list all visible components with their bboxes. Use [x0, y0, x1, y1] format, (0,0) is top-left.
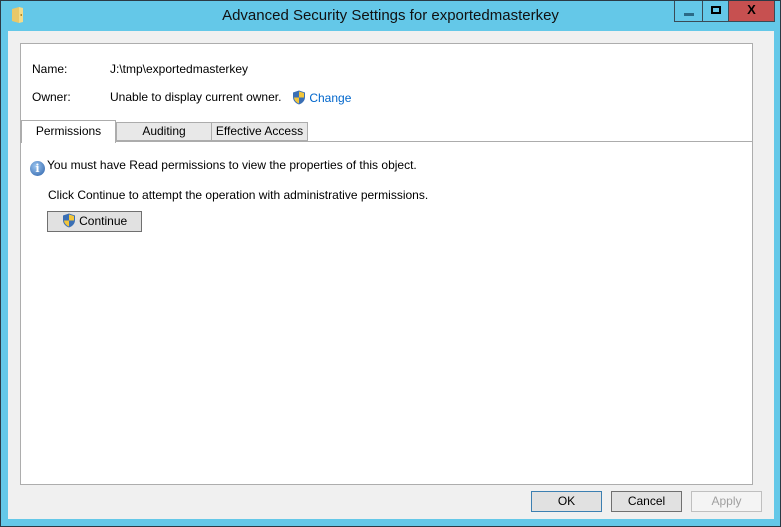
change-owner-link[interactable]: Change	[292, 90, 351, 105]
info-message: i You must have Read permissions to view …	[30, 158, 417, 176]
title-bar[interactable]: Advanced Security Settings for exportedm…	[1, 1, 780, 31]
uac-shield-icon	[62, 213, 75, 228]
cancel-button[interactable]: Cancel	[611, 491, 682, 512]
tab-permissions[interactable]: Permissions	[21, 120, 116, 143]
name-value: J:\tmp\exportedmasterkey	[110, 62, 249, 76]
change-link-label: Change	[309, 91, 352, 105]
window-title: Advanced Security Settings for exportedm…	[222, 7, 559, 24]
continue-label: Continue	[79, 214, 128, 228]
maximize-icon	[711, 6, 721, 14]
minimize-icon	[684, 13, 694, 16]
maximize-button[interactable]	[702, 1, 729, 22]
content-panel: Name: J:\tmp\exportedmasterkey Owner: Un…	[20, 43, 753, 485]
info-icon: i	[30, 161, 45, 176]
dialog-window: Advanced Security Settings for exportedm…	[0, 0, 781, 527]
continue-hint: Click Continue to attempt the operation …	[48, 188, 429, 202]
uac-shield-icon	[293, 90, 305, 105]
info-message-text: You must have Read permissions to view t…	[47, 158, 417, 172]
tab-auditing[interactable]: Auditing	[116, 122, 212, 141]
close-icon: X	[747, 2, 756, 17]
continue-button[interactable]: Continue	[47, 211, 142, 232]
tab-effective-access[interactable]: Effective Access	[211, 122, 308, 141]
dialog-client-area: Name: J:\tmp\exportedmasterkey Owner: Un…	[8, 31, 774, 519]
apply-button[interactable]: Apply	[691, 491, 762, 512]
owner-value: Unable to display current owner.	[110, 90, 282, 104]
tab-strip: Permissions Auditing Effective Access	[21, 120, 752, 143]
minimize-button[interactable]	[674, 1, 703, 22]
ok-button[interactable]: OK	[531, 491, 602, 512]
close-button[interactable]: X	[728, 1, 775, 22]
owner-label: Owner:	[32, 90, 71, 104]
name-label: Name:	[32, 62, 68, 76]
tab-divider	[21, 141, 752, 142]
